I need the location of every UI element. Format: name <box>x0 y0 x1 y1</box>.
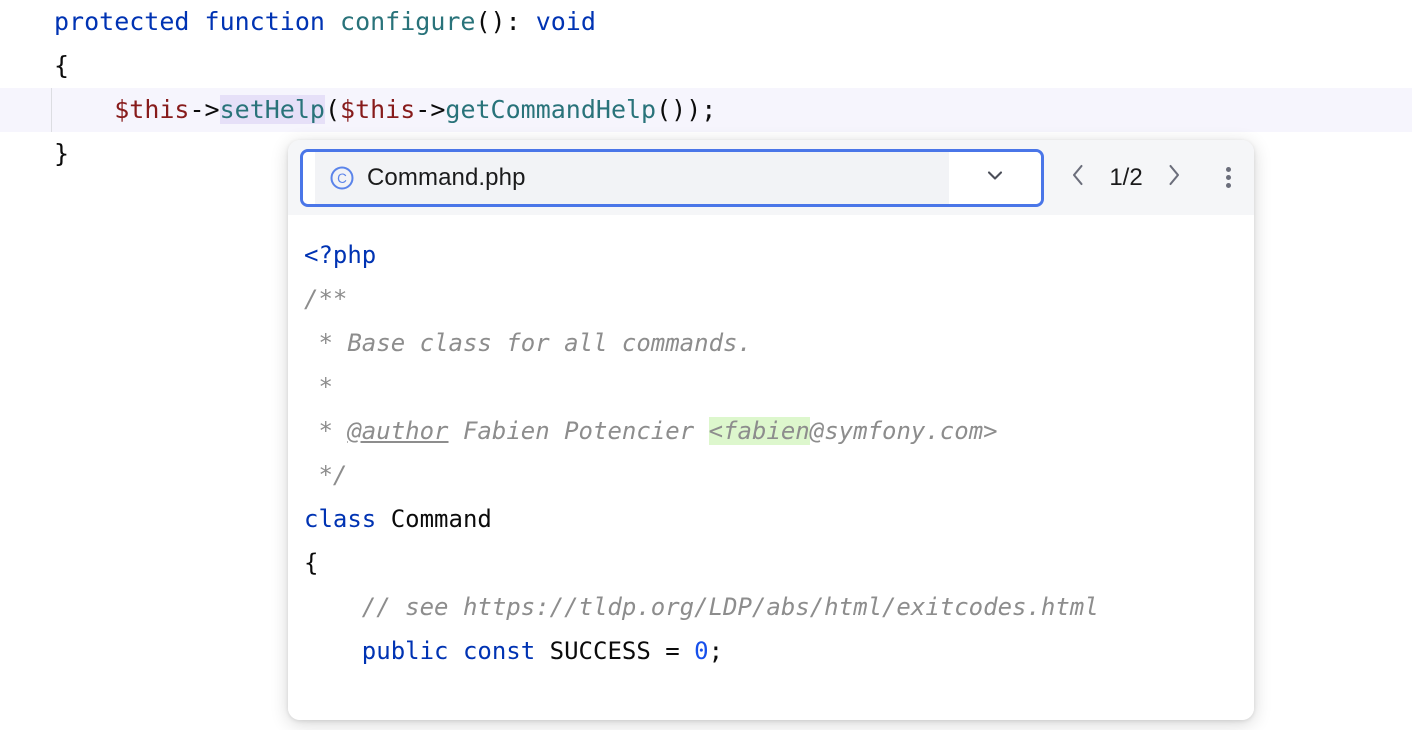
code-token <box>54 95 114 124</box>
code-token: <fabien <box>709 417 810 445</box>
combobox-leading-strip <box>303 152 315 204</box>
editor-line[interactable]: { <box>0 44 1412 88</box>
code-token: class <box>304 505 376 533</box>
preview-code-line: * Base class for all commands. <box>304 321 1254 365</box>
code-token: // see https://tldp.org/LDP/abs/html/exi… <box>304 593 1099 621</box>
code-token: * Base class for all commands. <box>304 329 752 357</box>
code-token: -> <box>189 95 219 124</box>
code-token: $this <box>114 95 189 124</box>
file-combobox[interactable]: C Command.php <box>300 149 1044 207</box>
popup-code-preview[interactable]: <?php/** * Base class for all commands. … <box>288 215 1254 720</box>
code-token: (): <box>475 7 535 36</box>
code-token: Fabien Potencier <box>449 417 709 445</box>
code-token: -> <box>415 95 445 124</box>
code-token <box>304 637 362 665</box>
code-token: $this <box>340 95 415 124</box>
code-token <box>325 7 340 36</box>
code-token: setHelp <box>220 95 325 124</box>
kebab-menu-icon <box>1226 164 1231 191</box>
combobox-dropdown-button[interactable] <box>949 152 1041 204</box>
code-token: protected <box>54 7 189 36</box>
preview-code-line: // see https://tldp.org/LDP/abs/html/exi… <box>304 585 1254 629</box>
preview-code-line: * @author Fabien Potencier <fabien@symfo… <box>304 409 1254 453</box>
definition-preview-popup[interactable]: C Command.php <box>288 140 1254 720</box>
chevron-right-icon <box>1161 160 1187 195</box>
code-token <box>189 7 204 36</box>
code-token: ( <box>325 95 340 124</box>
editor-line[interactable]: $this->setHelp($this->getCommandHelp()); <box>0 88 1412 132</box>
svg-text:C: C <box>337 171 347 186</box>
previous-page-button[interactable] <box>1058 156 1098 200</box>
code-token: ; <box>709 637 723 665</box>
preview-code-line: */ <box>304 453 1254 497</box>
code-token: void <box>536 7 596 36</box>
code-token: ()); <box>656 95 716 124</box>
php-class-icon: C <box>329 165 355 191</box>
chevron-down-icon <box>982 162 1008 193</box>
code-token: { <box>54 51 69 80</box>
more-options-button[interactable] <box>1206 156 1250 200</box>
editor-line[interactable]: protected function configure(): void <box>0 0 1412 44</box>
preview-code-line: class Command <box>304 497 1254 541</box>
preview-code-line: <?php <box>304 233 1254 277</box>
preview-code-line: * <box>304 365 1254 409</box>
preview-code-line: /** <box>304 277 1254 321</box>
code-token: { <box>304 549 318 577</box>
code-token <box>449 637 463 665</box>
app-root: protected function configure(): void { $t… <box>0 0 1412 730</box>
combobox-value: Command.php <box>367 164 526 192</box>
code-token: configure <box>340 7 475 36</box>
next-page-button[interactable] <box>1154 156 1194 200</box>
code-token: * <box>304 373 333 401</box>
code-token: const <box>463 637 535 665</box>
code-token: 0 <box>694 637 708 665</box>
code-token: @author <box>347 417 448 445</box>
preview-code-line: public const SUCCESS = 0; <box>304 629 1254 673</box>
code-token: */ <box>304 461 347 489</box>
code-token: @symfony.com> <box>810 417 998 445</box>
code-token: SUCCESS = <box>535 637 694 665</box>
code-token: getCommandHelp <box>445 95 656 124</box>
popup-line-list: <?php/** * Base class for all commands. … <box>304 233 1254 673</box>
code-token: Command <box>376 505 492 533</box>
preview-code-line: { <box>304 541 1254 585</box>
chevron-left-icon <box>1065 160 1091 195</box>
code-token: } <box>54 139 69 168</box>
page-indicator: 1/2 <box>1098 164 1154 192</box>
popup-navigation: 1/2 <box>1058 156 1250 200</box>
code-token: public <box>362 637 449 665</box>
code-token: function <box>205 7 325 36</box>
code-token: * <box>304 417 347 445</box>
code-token: <?php <box>304 241 376 269</box>
popup-header: C Command.php <box>288 140 1254 215</box>
combobox-field[interactable]: C Command.php <box>315 152 949 204</box>
code-token: /** <box>304 285 347 313</box>
